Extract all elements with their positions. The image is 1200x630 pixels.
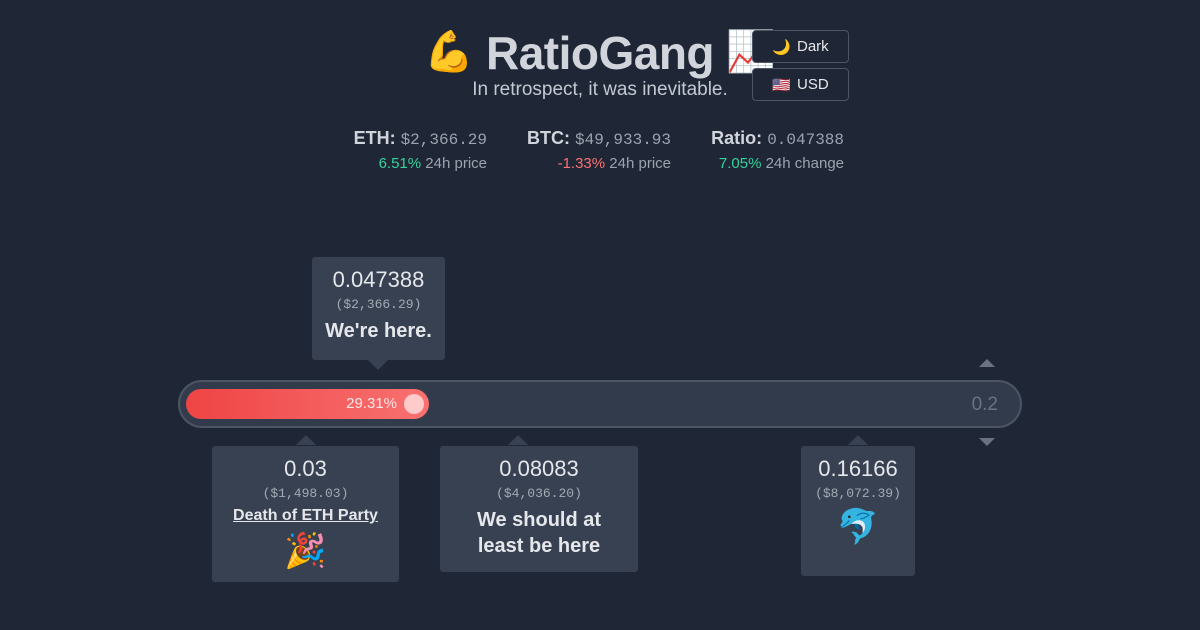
party-popper-icon: 🎉 [284, 532, 327, 570]
marker-ratio: 0.08083 [499, 456, 579, 481]
marker-ratio: 0.03 [284, 456, 327, 481]
tooltip-pointer [368, 360, 388, 370]
eth-label: ETH: [353, 128, 396, 148]
marker-tooltip: 0.16166 ($8,072.39) 🐬 [801, 446, 915, 576]
slider-percent: 29.31% [346, 395, 397, 412]
theme-label: Dark [797, 38, 829, 55]
marker-usd: ($4,036.20) [496, 486, 582, 501]
us-flag-icon: 🇺🇸 [772, 76, 791, 94]
eth-stat: ETH: $2,366.29 6.51% 24h price [354, 128, 487, 172]
slider-knob[interactable] [404, 394, 424, 414]
marker-pointer [508, 435, 528, 445]
ratio-value: 0.047388 [767, 131, 844, 149]
current-ratio-value: 0.047388 [332, 267, 425, 292]
ratio-stat: Ratio: 0.047388 7.05% 24h change [711, 128, 844, 172]
current-ratio-tooltip: 0.047388 ($2,366.29) We're here. [312, 257, 445, 360]
marker-ratio: 0.16166 [818, 456, 898, 481]
marker-usd: ($1,498.03) [262, 486, 349, 501]
ratio-slider[interactable]: 29.31% 0.2 [178, 380, 1022, 428]
ratio-change-text: 24h change [765, 155, 844, 172]
btc-label: BTC: [526, 128, 570, 148]
app-title: 💪 RatioGang 📈 [0, 22, 1200, 83]
marker-tooltip: 0.08083 ($4,036.20) We should at least b… [440, 446, 638, 572]
btc-price: $49,933.93 [574, 131, 671, 149]
eth-change: 6.51% [378, 155, 422, 172]
eth-price: $2,366.29 [400, 131, 487, 149]
death-of-eth-party-link[interactable]: Death of ETH Party [212, 507, 399, 525]
marker-label: We should at least be here [476, 509, 602, 557]
flexed-biceps-icon: 💪 [424, 30, 474, 74]
increment-icon[interactable] [979, 359, 995, 367]
eth-change-text: 24h price [425, 155, 487, 172]
marker-usd: ($8,072.39) [815, 486, 901, 501]
header: 💪 RatioGang 📈 In retrospect, it was inev… [0, 22, 1200, 101]
app-title-text: RatioGang [485, 27, 715, 79]
btc-change: -1.33% [557, 155, 606, 172]
marker-pointer [848, 435, 868, 445]
current-ratio-label: We're here. [325, 320, 432, 342]
currency-label: USD [797, 76, 829, 93]
marker-pointer [296, 435, 316, 445]
moon-icon: 🌙 [772, 38, 791, 56]
marker-tooltip: 0.03 ($1,498.03) Death of ETH Party 🎉 [212, 446, 399, 582]
ratio-change: 7.05% [718, 155, 762, 172]
btc-stat: BTC: $49,933.93 -1.33% 24h price [527, 128, 671, 172]
ratio-label: Ratio: [711, 128, 763, 148]
current-ratio-usd: ($2,366.29) [335, 297, 422, 312]
btc-change-text: 24h price [609, 155, 671, 172]
slider-fill: 29.31% [186, 389, 429, 419]
decrement-icon[interactable] [979, 438, 995, 446]
app-subtitle: In retrospect, it was inevitable. [472, 79, 728, 100]
slider-max-value: 0.2 [971, 394, 998, 415]
theme-toggle-button[interactable]: 🌙 Dark [752, 30, 849, 63]
dolphin-icon: 🐬 [836, 508, 880, 546]
currency-select-button[interactable]: 🇺🇸 USD [752, 68, 849, 101]
